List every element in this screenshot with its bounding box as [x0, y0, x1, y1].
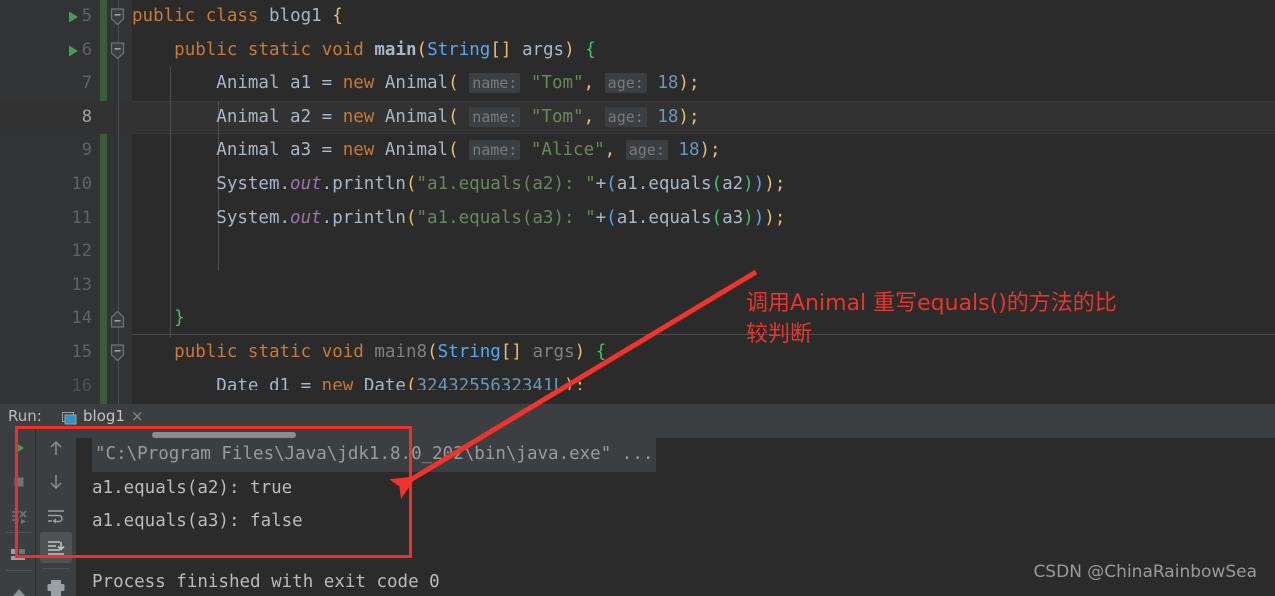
line-number: 10 [71, 174, 92, 194]
code-line-9[interactable]: Animal a3 = new Animal( name: "Alice", a… [132, 134, 721, 168]
highlight-rectangle [15, 426, 412, 558]
fold-collapse-icon[interactable] [110, 336, 128, 370]
code-line-14[interactable]: } [132, 302, 185, 336]
code-line-10[interactable]: System.out.println("a1.equals(a2): "+(a1… [132, 168, 785, 202]
fold-collapse-icon[interactable] [110, 34, 128, 68]
toolbar-separator [6, 570, 32, 571]
line-number: 15 [71, 342, 92, 362]
line-number: 13 [71, 274, 92, 295]
line-number: 9 [81, 140, 92, 161]
code-line-16[interactable]: Date d1 = new Date(3243255632341L); [132, 370, 585, 390]
code-line-15[interactable]: public static void main8(String[] args) … [132, 336, 606, 370]
line-number: 16 [71, 375, 92, 396]
fold-collapse-icon[interactable] [110, 0, 128, 34]
toolbar-separator [43, 568, 69, 569]
code-line-5[interactable]: public class blog1 { [132, 0, 343, 34]
run-label: Run: [8, 407, 42, 425]
close-icon[interactable]: × [131, 407, 144, 425]
ide-window: 5 6 7 8 9 10 11 12 13 14 15 16 public cl… [0, 0, 1275, 596]
run-tab-blog1[interactable]: blog1 × [62, 406, 144, 426]
pin-tab-button[interactable] [3, 576, 35, 596]
fold-collapse-end-icon[interactable] [110, 302, 128, 336]
line-number: 8 [81, 106, 92, 127]
run-tool-window-header: Run: blog1 × [0, 404, 1275, 428]
run-class-gutter-icon[interactable] [66, 0, 84, 34]
code-line-6[interactable]: public static void main(String[] args) { [132, 34, 596, 68]
code-line-8[interactable]: Animal a2 = new Animal( name: "Tom", age… [132, 101, 700, 135]
console-exit-line: Process finished with exit code 0 [92, 572, 440, 592]
line-number: 12 [71, 241, 92, 262]
print-button[interactable] [40, 572, 72, 596]
line-number: 7 [81, 73, 92, 94]
code-editor[interactable]: 5 6 7 8 9 10 11 12 13 14 15 16 public cl… [0, 0, 1275, 404]
vcs-change-bar [100, 0, 107, 404]
run-tab-label: blog1 [83, 407, 125, 425]
code-line-7[interactable]: Animal a1 = new Animal( name: "Tom", age… [132, 67, 700, 101]
code-line-11[interactable]: System.out.println("a1.equals(a3): "+(a1… [132, 202, 785, 236]
watermark: CSDN @ChinaRainbowSea [1033, 562, 1257, 582]
annotation-text: 调用Animal 重写equals()的方法的比 较判断 [746, 291, 1117, 347]
line-number: 11 [71, 207, 92, 228]
line-number: 14 [71, 308, 92, 329]
run-method-gutter-icon[interactable] [66, 34, 84, 68]
run-configuration-icon [62, 410, 77, 424]
